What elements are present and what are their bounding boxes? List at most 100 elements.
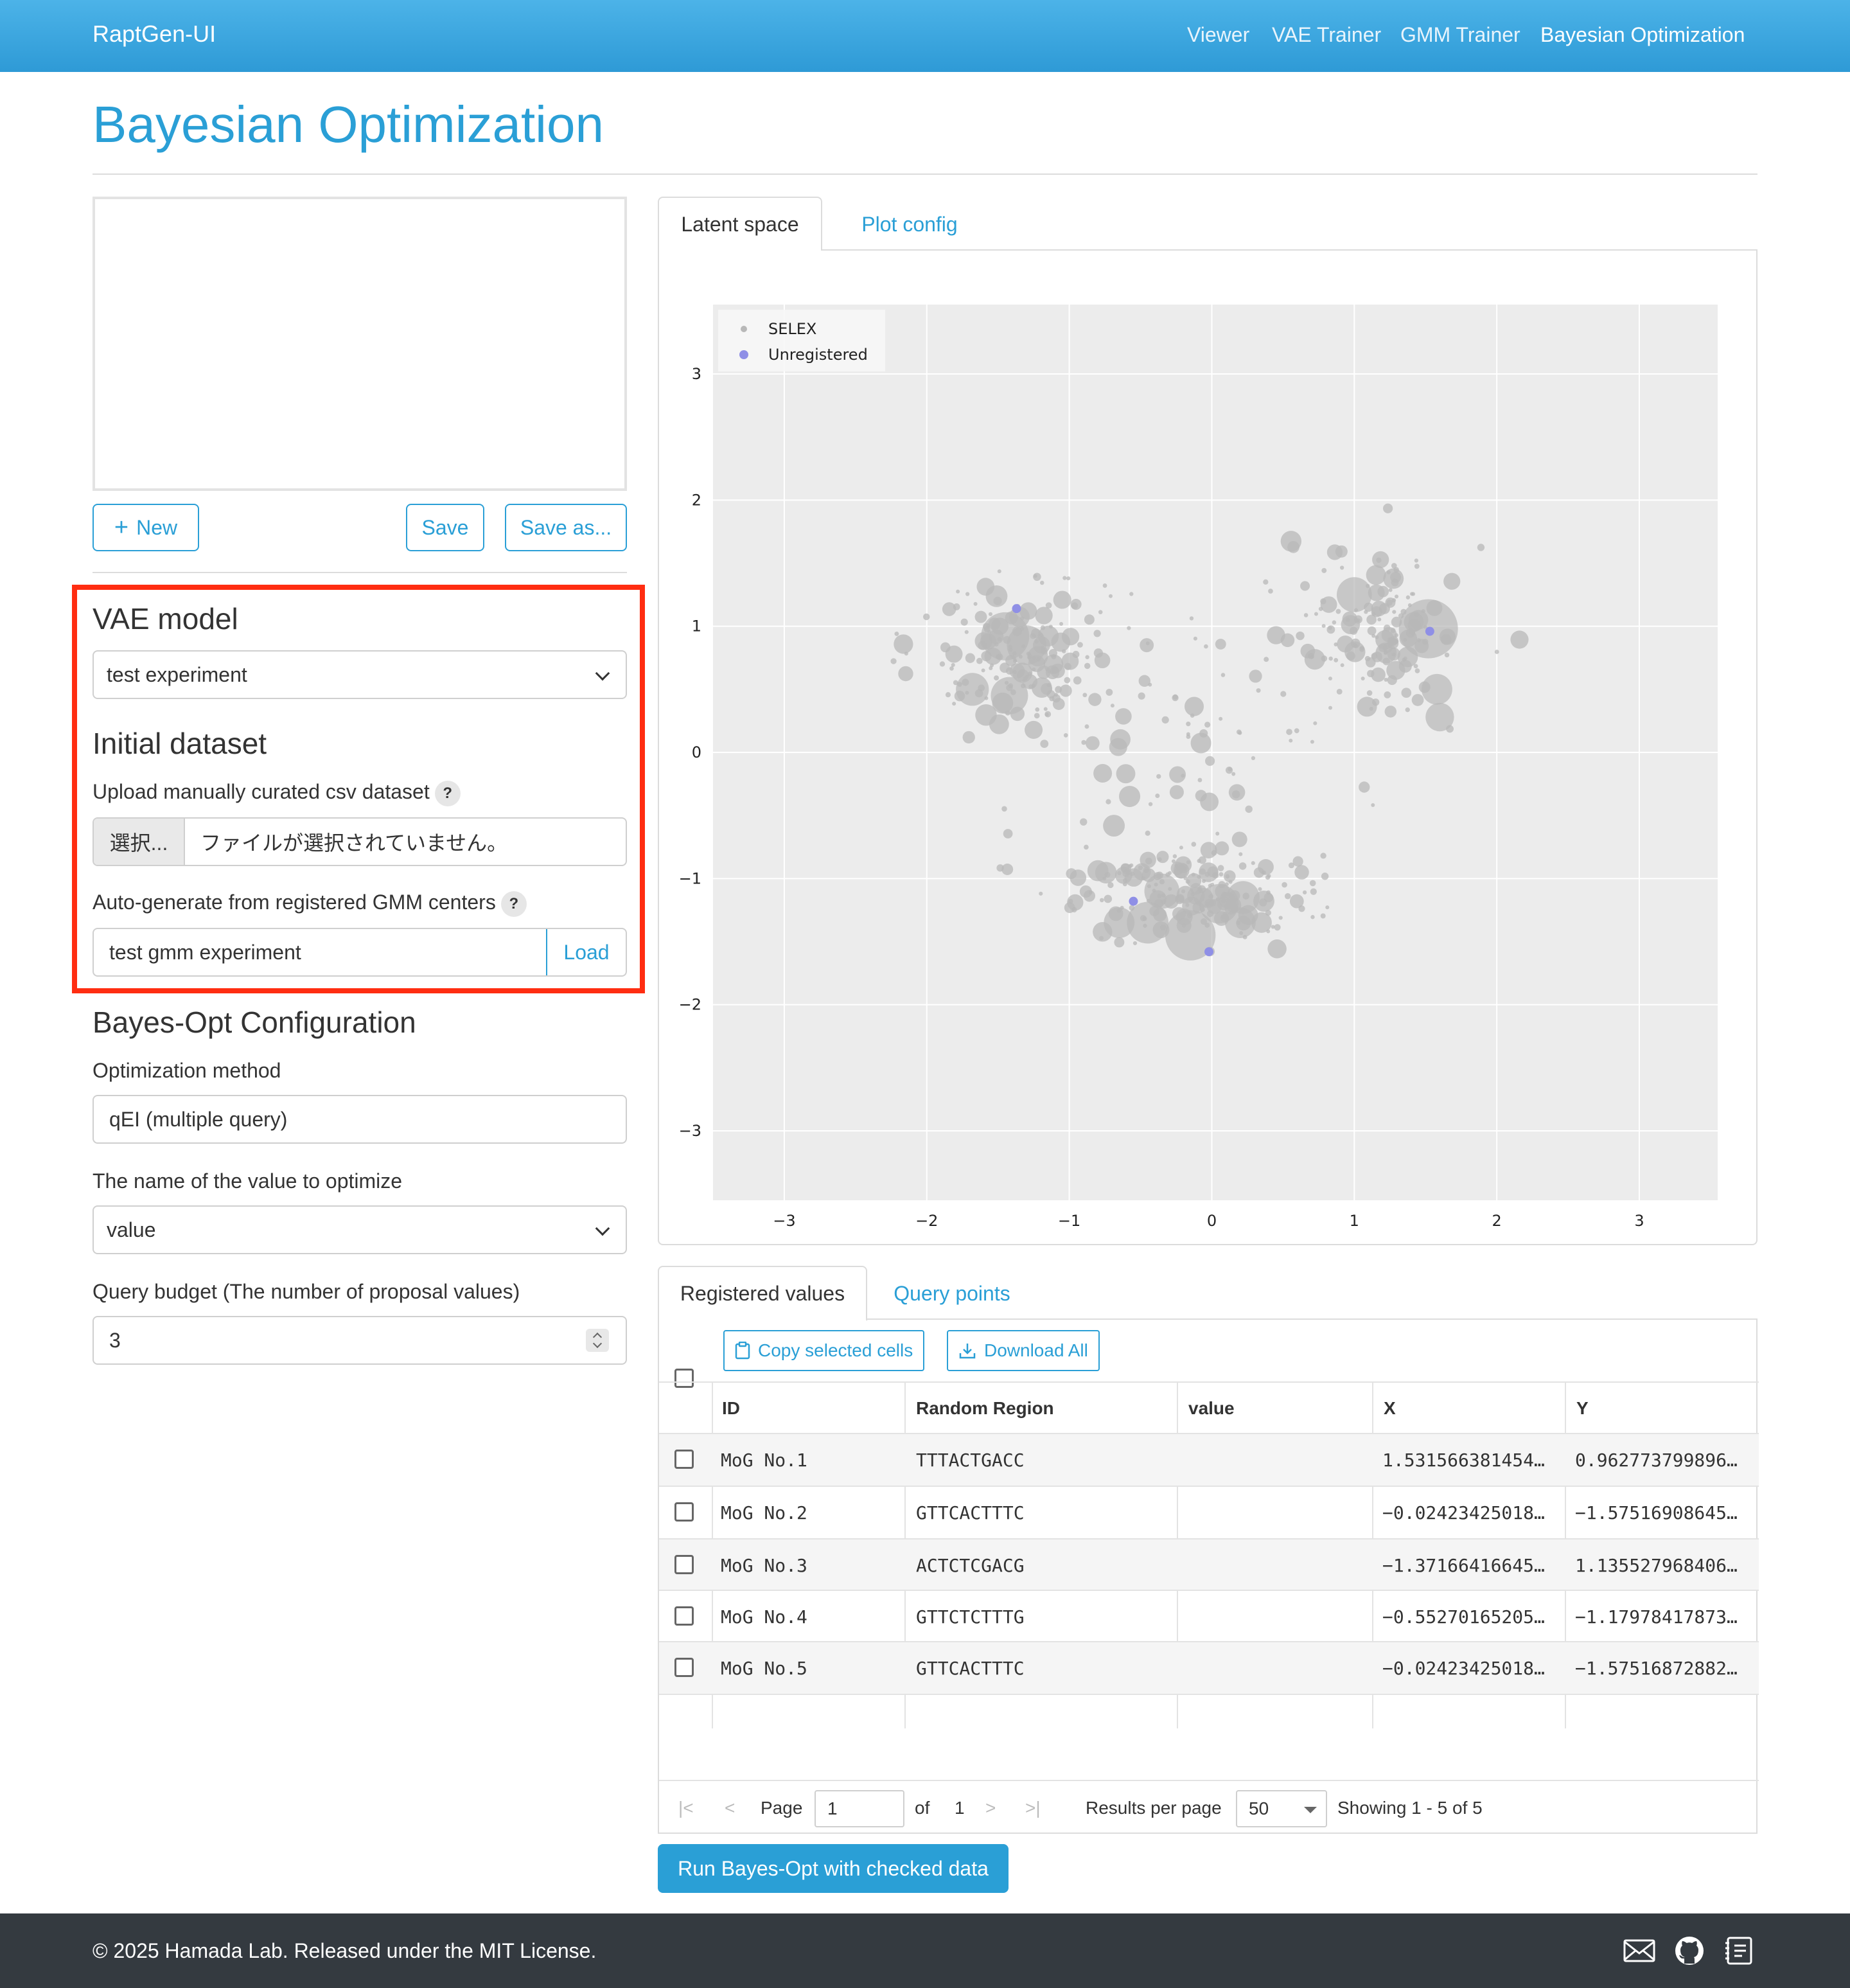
save-button[interactable]: Save bbox=[406, 504, 484, 551]
cell-x[interactable]: −0.02423425018… bbox=[1382, 1658, 1545, 1679]
cell-id[interactable]: MoG No.3 bbox=[721, 1555, 807, 1576]
config-editor[interactable] bbox=[92, 197, 627, 491]
table-row[interactable]: MoG No.5 GTTCACTTTC −0.02423425018… −1.5… bbox=[659, 1642, 1759, 1694]
selex-point bbox=[1335, 545, 1348, 558]
selex-point bbox=[1064, 677, 1071, 684]
cell-y[interactable]: −1.57516908645… bbox=[1575, 1502, 1738, 1523]
download-all-button[interactable]: Download All bbox=[947, 1330, 1100, 1371]
selex-point bbox=[1157, 857, 1162, 862]
tab-registered-values[interactable]: Registered values bbox=[658, 1266, 867, 1321]
selex-point bbox=[993, 596, 1002, 605]
nav-vae-trainer[interactable]: VAE Trainer bbox=[1272, 23, 1381, 47]
copy-selected-button[interactable]: Copy selected cells bbox=[723, 1330, 925, 1371]
github-icon[interactable] bbox=[1673, 1935, 1706, 1966]
selex-point bbox=[1357, 697, 1377, 717]
selex-point bbox=[1371, 606, 1382, 617]
tab-query-points[interactable]: Query points bbox=[870, 1266, 1034, 1321]
latent-space-plot[interactable]: −3 3 −2 2 −1 1 0 0 1 −1 2 −2 3 −3 SELEX Unregistered bbox=[658, 251, 1758, 1245]
run-bayes-opt-button[interactable]: Run Bayes-Opt with checked data bbox=[658, 1844, 1009, 1893]
cell-region[interactable]: TTTACTGACC bbox=[916, 1450, 1025, 1471]
target-label: The name of the value to optimize bbox=[92, 1169, 403, 1193]
selex-point bbox=[1289, 738, 1293, 743]
selex-point bbox=[1114, 937, 1125, 948]
selex-point bbox=[1035, 707, 1040, 712]
brand-link[interactable]: RaptGen-UI bbox=[92, 21, 216, 48]
total-pages: 1 bbox=[955, 1798, 965, 1818]
cell-x[interactable]: 1.531566381454… bbox=[1382, 1450, 1545, 1471]
cell-id[interactable]: MoG No.2 bbox=[721, 1502, 807, 1523]
next-page-icon[interactable]: > bbox=[985, 1798, 996, 1818]
first-page-icon[interactable]: |< bbox=[678, 1798, 694, 1818]
column-header-random-region[interactable]: Random Region bbox=[916, 1398, 1054, 1419]
navbar: RaptGen-UI Viewer VAE Trainer GMM Traine… bbox=[0, 0, 1850, 72]
left-divider bbox=[92, 572, 627, 573]
nav-viewer[interactable]: Viewer bbox=[1187, 23, 1249, 47]
table-row[interactable]: MoG No.3 ACTCTCGACG −1.37166416645… 1.13… bbox=[659, 1540, 1759, 1591]
select-all-checkbox[interactable] bbox=[674, 1369, 694, 1388]
selex-point bbox=[1185, 903, 1190, 907]
cell-id[interactable]: MoG No.1 bbox=[721, 1450, 807, 1471]
column-header-value[interactable]: value bbox=[1188, 1398, 1235, 1419]
tab-latent-space[interactable]: Latent space bbox=[658, 197, 822, 252]
selex-point bbox=[1335, 608, 1341, 614]
cell-region[interactable]: GTTCACTTTC bbox=[916, 1658, 1025, 1679]
cell-id[interactable]: MoG No.5 bbox=[721, 1658, 807, 1679]
prev-page-icon[interactable]: < bbox=[725, 1798, 735, 1818]
nav-bayesian-optimization[interactable]: Bayesian Optimization bbox=[1540, 23, 1745, 47]
cell-x[interactable]: −1.37166416645… bbox=[1382, 1555, 1545, 1576]
cell-region[interactable]: ACTCTCGACG bbox=[916, 1555, 1025, 1576]
page-number-input[interactable]: 1 bbox=[815, 1790, 904, 1827]
highlight-box bbox=[72, 585, 645, 993]
save-as-button[interactable]: Save as... bbox=[505, 504, 627, 551]
per-page-select[interactable]: 50 bbox=[1236, 1790, 1327, 1827]
cell-x[interactable]: −0.55270165205… bbox=[1382, 1606, 1545, 1628]
selex-point bbox=[1314, 612, 1318, 616]
target-value-select[interactable]: value bbox=[92, 1205, 627, 1254]
selex-point bbox=[1300, 643, 1316, 659]
table-row[interactable]: MoG No.2 GTTCACTTTC −0.02423425018… −1.5… bbox=[659, 1487, 1759, 1538]
query-budget-input[interactable]: 3 bbox=[92, 1316, 627, 1365]
last-page-icon[interactable]: >| bbox=[1025, 1798, 1041, 1818]
row-checkbox[interactable] bbox=[674, 1606, 694, 1626]
cell-id[interactable]: MoG No.4 bbox=[721, 1606, 807, 1628]
cell-region[interactable]: GTTCACTTTC bbox=[916, 1502, 1025, 1523]
selex-point bbox=[1367, 626, 1377, 635]
selex-point bbox=[890, 658, 897, 664]
column-header-x[interactable]: X bbox=[1384, 1398, 1396, 1419]
tab-plot-config[interactable]: Plot config bbox=[825, 197, 994, 252]
row-checkbox[interactable] bbox=[674, 1658, 694, 1677]
cell-region[interactable]: GTTCTCTTTG bbox=[916, 1606, 1025, 1628]
y-tick-label: 0 bbox=[692, 743, 701, 761]
cell-y[interactable]: 1.135527968406… bbox=[1575, 1555, 1738, 1576]
selex-point bbox=[1228, 880, 1233, 884]
new-button[interactable]: + New bbox=[92, 504, 199, 551]
cell-y[interactable]: 0.962773799896… bbox=[1575, 1450, 1738, 1471]
selex-point bbox=[1116, 764, 1136, 784]
mail-icon[interactable] bbox=[1623, 1935, 1656, 1966]
selex-point bbox=[1334, 657, 1339, 662]
document-icon[interactable] bbox=[1723, 1935, 1756, 1966]
scatter-plot[interactable]: −3 3 −2 2 −1 1 0 0 1 −1 2 −2 3 −3 SELEX Unregistered bbox=[659, 251, 1759, 1245]
table-row[interactable]: MoG No.1 TTTACTGACC 1.531566381454… 0.96… bbox=[659, 1434, 1759, 1486]
selex-point bbox=[1328, 706, 1333, 710]
row-checkbox[interactable] bbox=[674, 1502, 694, 1522]
y-tick-label: −3 bbox=[679, 1122, 701, 1140]
row-checkbox[interactable] bbox=[674, 1450, 694, 1469]
selex-point bbox=[1031, 684, 1035, 688]
selex-point bbox=[1122, 882, 1127, 887]
selex-point bbox=[1204, 722, 1211, 728]
row-checkbox[interactable] bbox=[674, 1555, 694, 1574]
selex-point bbox=[1198, 856, 1206, 864]
nav-gmm-trainer[interactable]: GMM Trainer bbox=[1400, 23, 1520, 47]
stepper-icon[interactable] bbox=[586, 1329, 609, 1352]
column-header-y[interactable]: Y bbox=[1576, 1398, 1589, 1419]
table-row[interactable]: MoG No.4 GTTCTCTTTG −0.55270165205… −1.1… bbox=[659, 1591, 1759, 1642]
selex-point bbox=[1098, 610, 1103, 614]
column-header-id[interactable]: ID bbox=[722, 1398, 740, 1419]
selex-point bbox=[965, 653, 975, 663]
cell-y[interactable]: −1.57516872882… bbox=[1575, 1658, 1738, 1679]
cell-x[interactable]: −0.02423425018… bbox=[1382, 1502, 1545, 1523]
selex-point bbox=[1303, 613, 1308, 617]
cell-y[interactable]: −1.17978417873… bbox=[1575, 1606, 1738, 1628]
selex-point bbox=[1197, 777, 1202, 783]
